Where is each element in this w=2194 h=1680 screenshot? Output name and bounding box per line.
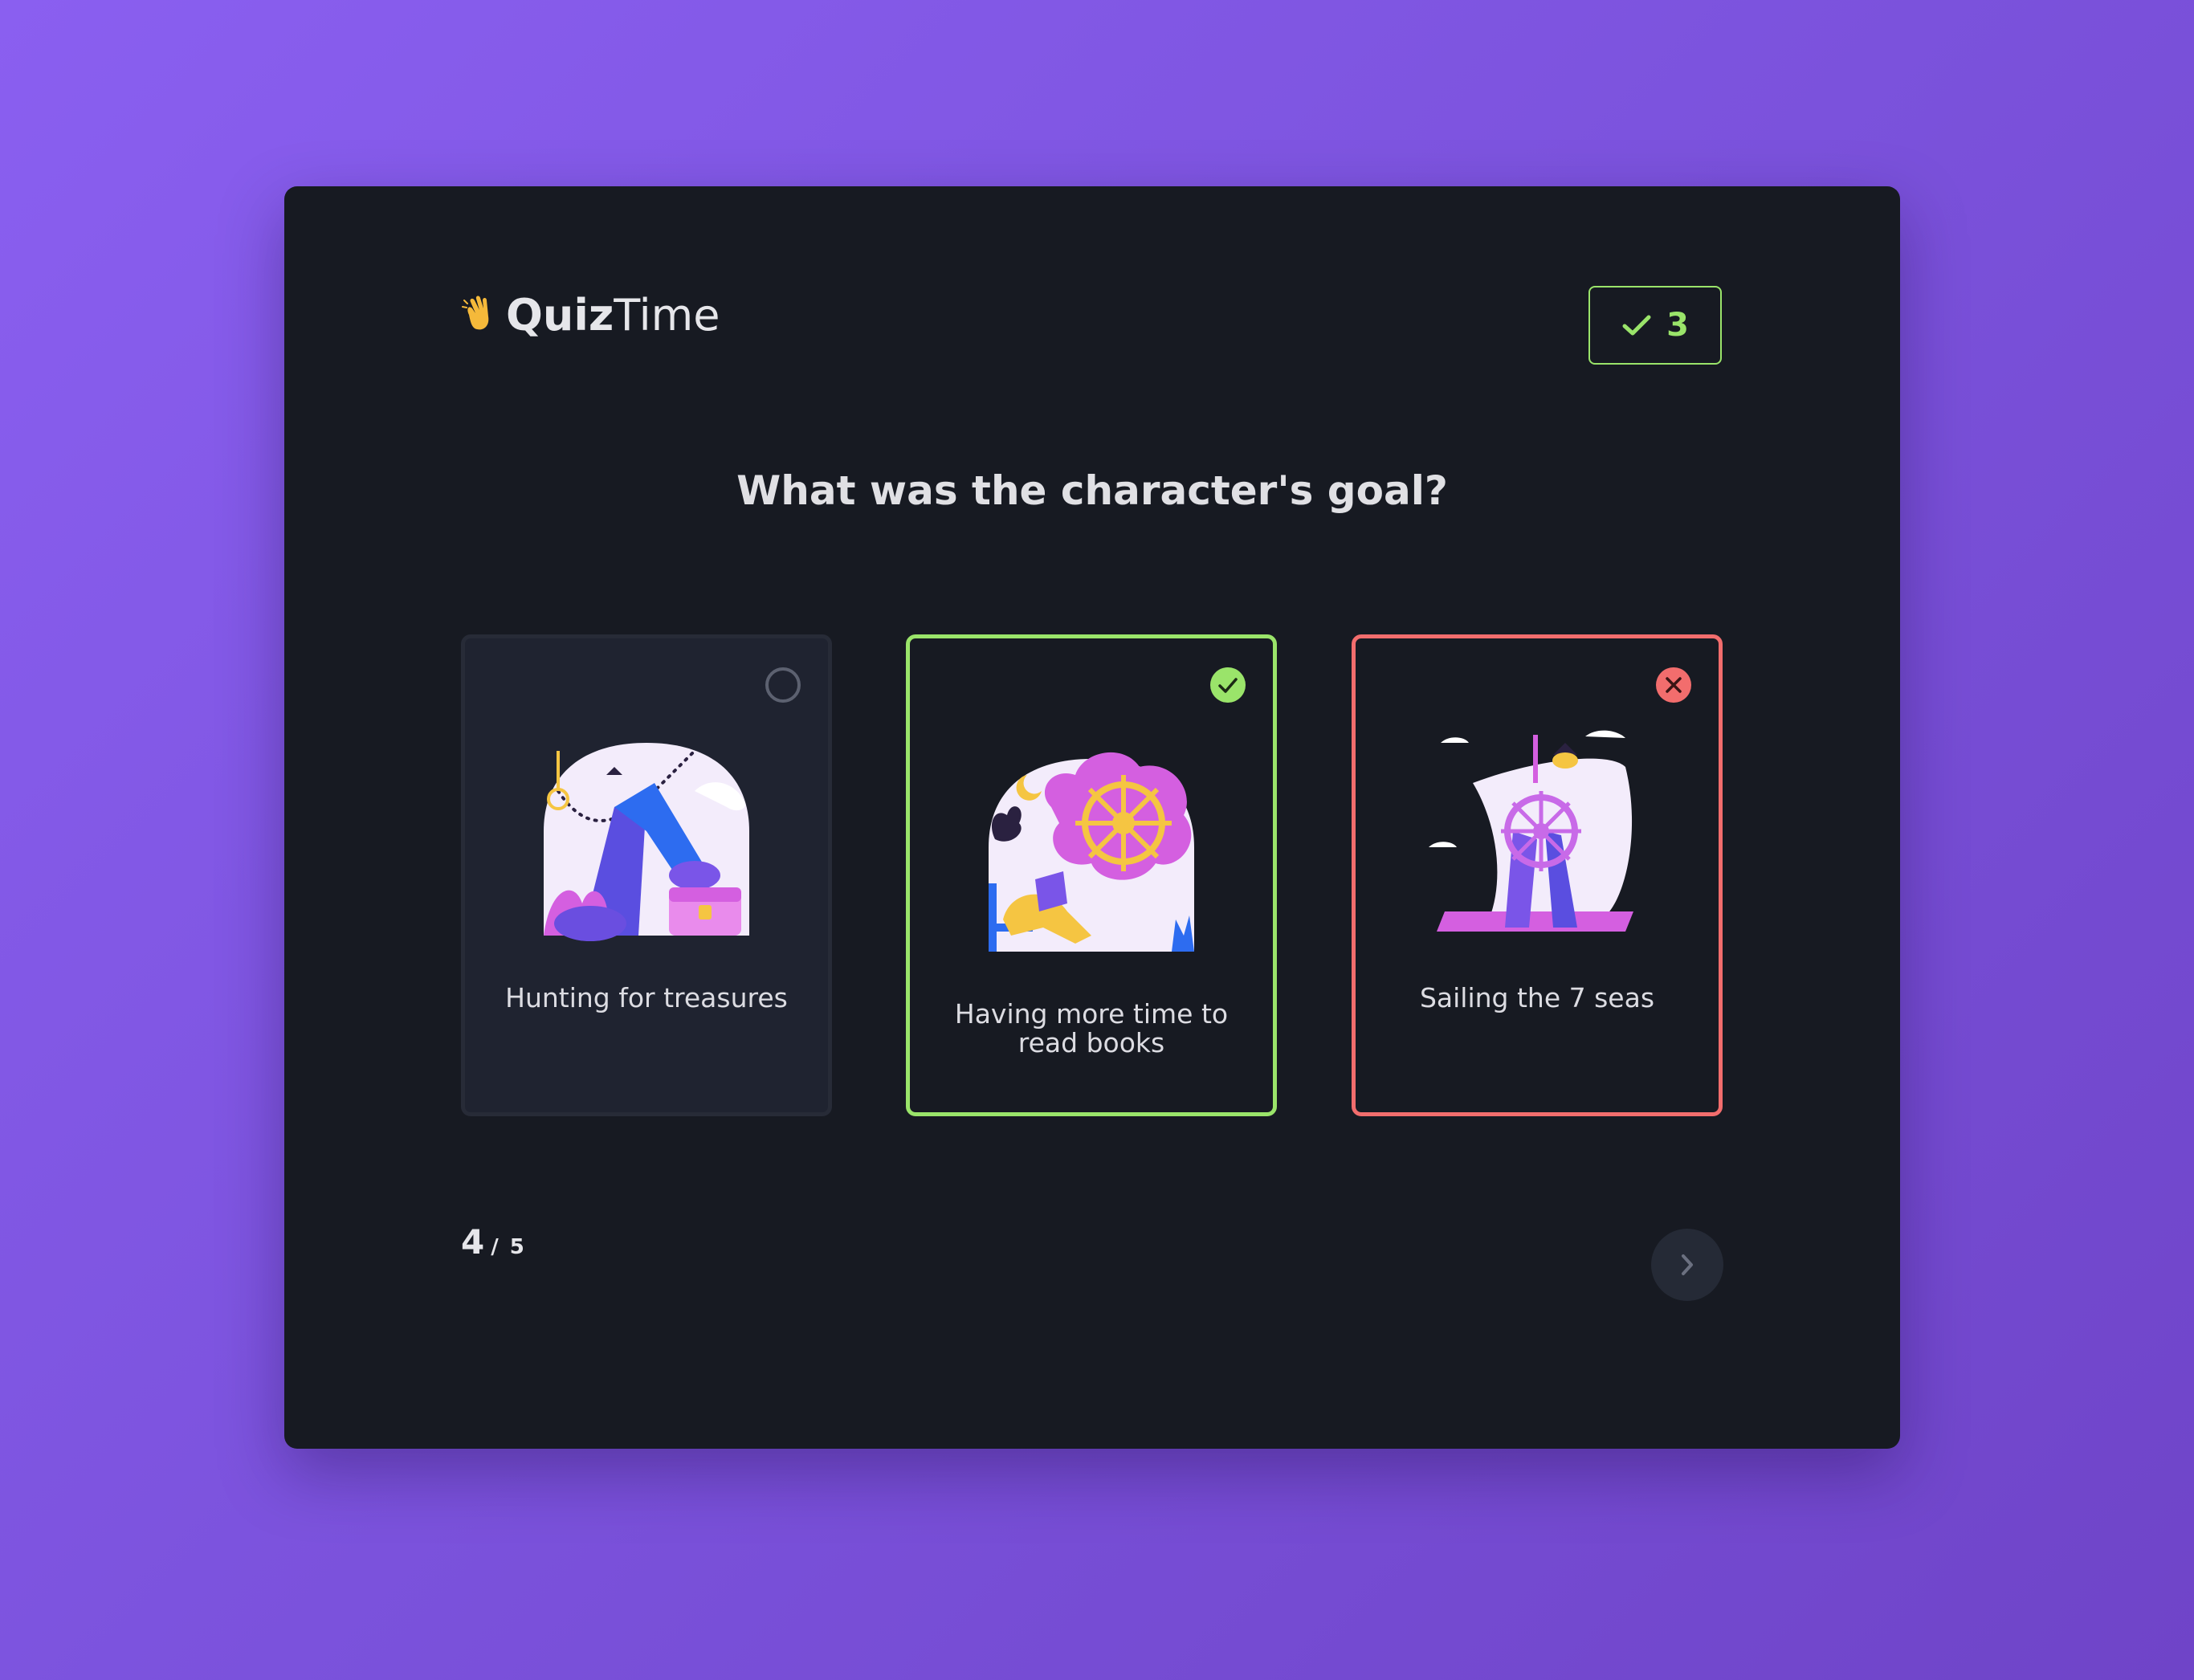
answer-card-sailing[interactable]: Sailing the 7 seas — [1352, 634, 1723, 1116]
logo-time-text: Time — [614, 289, 720, 340]
progress-indicator: 4 / 5 — [461, 1222, 524, 1262]
progress-total: 5 — [509, 1235, 524, 1259]
check-icon — [1622, 315, 1651, 336]
progress-current: 4 — [461, 1222, 485, 1262]
reading-dream-illustration — [989, 752, 1194, 952]
empty-radio-icon — [765, 667, 801, 703]
score-value: 3 — [1666, 307, 1689, 344]
waving-hand-icon — [461, 292, 498, 338]
answer-card-read-books[interactable]: Having more time to read books — [906, 634, 1277, 1116]
answer-card-treasures[interactable]: Hunting for treasures — [461, 634, 832, 1116]
check-circle-icon — [1210, 667, 1246, 703]
answer-label-sailing: Sailing the 7 seas — [1419, 982, 1655, 1013]
score-badge: 3 — [1588, 286, 1722, 365]
logo-quiz-text: Quiz — [506, 289, 614, 340]
treasure-hunt-illustration — [544, 743, 749, 941]
quiz-panel: Quiz Time 3 What was the character's goa… — [284, 186, 1900, 1449]
answer-label-read-books: Having more time to read books — [954, 998, 1229, 1058]
x-circle-icon — [1656, 667, 1691, 703]
question-text: What was the character's goal? — [736, 467, 1448, 514]
sailing-illustration — [1429, 730, 1633, 932]
progress-separator: / — [491, 1235, 499, 1259]
next-button[interactable] — [1651, 1229, 1723, 1301]
answer-label-treasures: Hunting for treasures — [505, 982, 788, 1013]
app-logo: Quiz Time — [461, 283, 720, 347]
chevron-right-icon — [1682, 1254, 1693, 1275]
